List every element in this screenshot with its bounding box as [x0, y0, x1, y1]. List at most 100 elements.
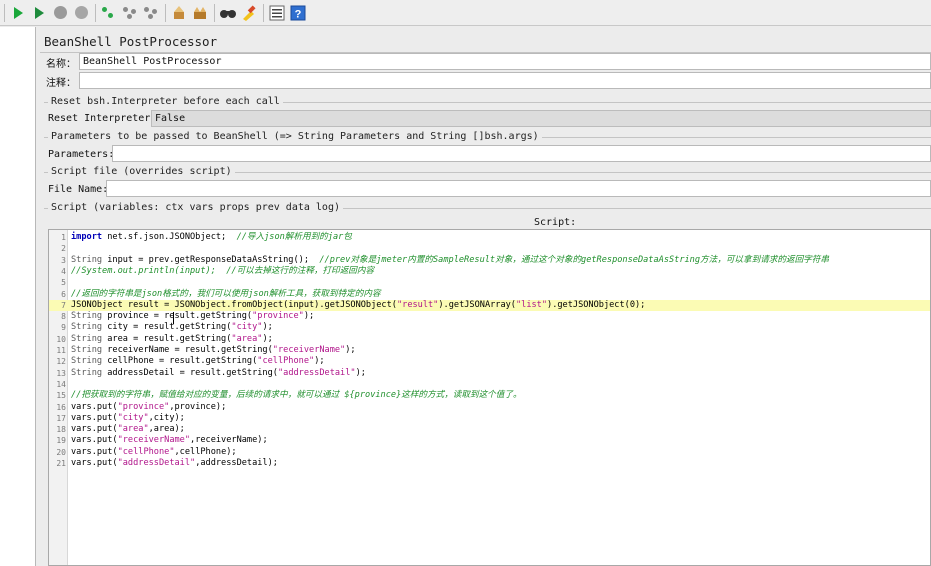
- comment-field[interactable]: [79, 72, 931, 89]
- line-number: 13: [56, 368, 66, 378]
- code-line[interactable]: 19 vars.put("receiverName",receiverName);: [49, 435, 930, 446]
- code-token: net.sf.json.JSONObject;: [102, 232, 237, 242]
- parameters-row: Parameters:: [40, 145, 114, 163]
- clear-icon[interactable]: [170, 4, 188, 22]
- code-token: ,cellPhone);: [174, 446, 237, 457]
- line-number: 1: [61, 233, 66, 242]
- code-line[interactable]: 14: [49, 379, 930, 390]
- parameters-label: Parameters:: [48, 148, 115, 160]
- code-line[interactable]: 21 vars.put("addressDetail",addressDetail…: [49, 458, 930, 469]
- line-number: 20: [56, 447, 66, 457]
- code-token: ,city);: [148, 412, 185, 423]
- remote-stop-icon[interactable]: [121, 4, 139, 22]
- reset-row: Reset Interpreter:: [40, 109, 156, 127]
- name-field[interactable]: BeanShell PostProcessor: [79, 53, 931, 70]
- code-token: );: [314, 356, 325, 367]
- code-line[interactable]: 3 String input = prev.getResponseDataAsSt…: [49, 255, 930, 266]
- code-line[interactable]: 2: [49, 243, 930, 254]
- code-text: import net.sf.json.JSONObject; //导入json解…: [71, 232, 352, 243]
- code-line[interactable]: 18 vars.put("area",area);: [49, 424, 930, 435]
- toolbar-separator: [95, 3, 96, 22]
- code-text: String area = result.getString("area");: [71, 334, 273, 345]
- code-line[interactable]: 12 String cellPhone = result.getString("c…: [49, 356, 930, 367]
- code-token: "receiverName": [272, 345, 346, 355]
- code-token: );: [355, 367, 366, 378]
- script-group-title: Script (variables: ctx vars props prev d…: [48, 202, 343, 213]
- line-number: 21: [56, 459, 66, 468]
- code-token: addressDetail = result.getString(: [102, 367, 278, 378]
- remote-shutdown-icon[interactable]: [142, 4, 160, 22]
- code-token: String: [71, 322, 103, 333]
- script-editor[interactable]: 1 import net.sf.json.JSONObject; //导入json…: [48, 229, 931, 566]
- name-row: 名称：: [40, 53, 76, 71]
- code-text: vars.put("addressDetail",addressDetail);: [71, 458, 278, 469]
- code-text: String input = prev.getResponseDataAsStr…: [71, 255, 829, 266]
- code-text: vars.put("province",province);: [71, 402, 226, 413]
- stop-icon[interactable]: [51, 4, 69, 22]
- line-number: 2: [61, 244, 66, 254]
- reset-search-icon[interactable]: [240, 4, 258, 22]
- start-icon[interactable]: [9, 4, 27, 22]
- code-text: vars.put("receiverName",receiverName);: [71, 435, 268, 446]
- code-token: "province": [252, 311, 304, 322]
- code-line[interactable]: 20 vars.put("cellPhone",cellPhone);: [49, 447, 930, 458]
- code-line[interactable]: 17 vars.put("city",city);: [49, 413, 930, 424]
- code-token: "city": [117, 412, 149, 423]
- code-line[interactable]: 6 //返回的字符串是json格式的，我们可以使用json解析工具，获取到特定的内…: [49, 289, 930, 300]
- code-line[interactable]: 9 String city = result.getString("city");: [49, 322, 930, 333]
- code-token: //prev对象是jmeter内置的SampleResult对象，通过这个对象的…: [319, 254, 829, 265]
- code-token: );: [262, 333, 273, 344]
- code-line[interactable]: 8 String province = result.getString("pro…: [49, 311, 930, 322]
- code-token: );: [345, 345, 356, 355]
- code-line[interactable]: 15 //把获取到的字符串，赋值给对应的变量，后续的请求中，就可以通过 ${pro…: [49, 390, 930, 401]
- code-text: //返回的字符串是json格式的，我们可以使用json解析工具，获取到特定的内容: [71, 289, 381, 300]
- code-token: receiverName = result.getString(: [102, 345, 273, 355]
- code-token: //返回的字符串是json格式的，我们可以使用json解析工具，获取到特定的内容: [71, 288, 381, 299]
- code-token: area = result.getString(: [102, 333, 232, 344]
- reset-group-title: Reset bsh.Interpreter before each call: [48, 96, 283, 107]
- code-line[interactable]: 13 String addressDetail = result.getStrin…: [49, 368, 930, 379]
- line-number: 14: [56, 379, 66, 389]
- code-token: ,area);: [148, 424, 185, 435]
- code-text: //System.out.println(input); //可以去掉这行的注释…: [71, 266, 374, 277]
- code-line[interactable]: 16 vars.put("province",province);: [49, 402, 930, 413]
- toolbar-separator: [263, 3, 264, 22]
- start-no-pause-icon[interactable]: [30, 4, 48, 22]
- file-name-field[interactable]: [106, 180, 931, 197]
- code-line[interactable]: 11 String receiverName = result.getString…: [49, 345, 930, 356]
- code-token: vars.put(: [71, 446, 118, 457]
- code-token: "receiverName": [117, 435, 191, 446]
- clear-all-icon[interactable]: [191, 4, 209, 22]
- toolbar-separator: [165, 3, 166, 22]
- code-token: String: [71, 311, 103, 322]
- code-token: );: [262, 322, 273, 333]
- code-line[interactable]: 10 String area = result.getString("area")…: [49, 334, 930, 345]
- reset-label: Reset Interpreter:: [48, 112, 157, 124]
- shutdown-icon[interactable]: [72, 4, 90, 22]
- parameters-field[interactable]: [112, 145, 931, 162]
- page-title: BeanShell PostProcessor: [44, 34, 218, 49]
- line-number: 17: [56, 413, 66, 423]
- code-token: );: [303, 311, 315, 322]
- comment-label: 注释：: [46, 77, 76, 89]
- code-token: vars.put(: [71, 401, 118, 412]
- svg-text:?: ?: [295, 8, 302, 20]
- script-file-group-title: Script file (overrides script): [48, 166, 235, 177]
- code-line[interactable]: 4 //System.out.println(input); //可以去掉这行的注…: [49, 266, 930, 277]
- reset-interpreter-select[interactable]: False: [151, 110, 931, 127]
- code-token: String: [71, 367, 103, 378]
- code-token: //导入json解析用到的jar包: [236, 232, 352, 242]
- code-line[interactable]: 5: [49, 277, 930, 288]
- line-number: 3: [61, 255, 66, 265]
- search-icon[interactable]: [219, 4, 237, 22]
- code-line[interactable]: 7 JSONObject result = JSONObject.fromObje…: [49, 299, 930, 312]
- code-line[interactable]: 1 import net.sf.json.JSONObject; //导入json…: [49, 232, 930, 243]
- test-plan-tree[interactable]: [0, 27, 36, 566]
- main-toolbar: ?: [0, 0, 931, 26]
- code-token: String: [71, 345, 103, 355]
- remote-start-icon[interactable]: [100, 4, 118, 22]
- help-icon[interactable]: ?: [289, 4, 307, 22]
- function-helper-icon[interactable]: [268, 4, 286, 22]
- code-token: "province": [117, 401, 170, 412]
- code-token: "cellPhone": [117, 446, 175, 457]
